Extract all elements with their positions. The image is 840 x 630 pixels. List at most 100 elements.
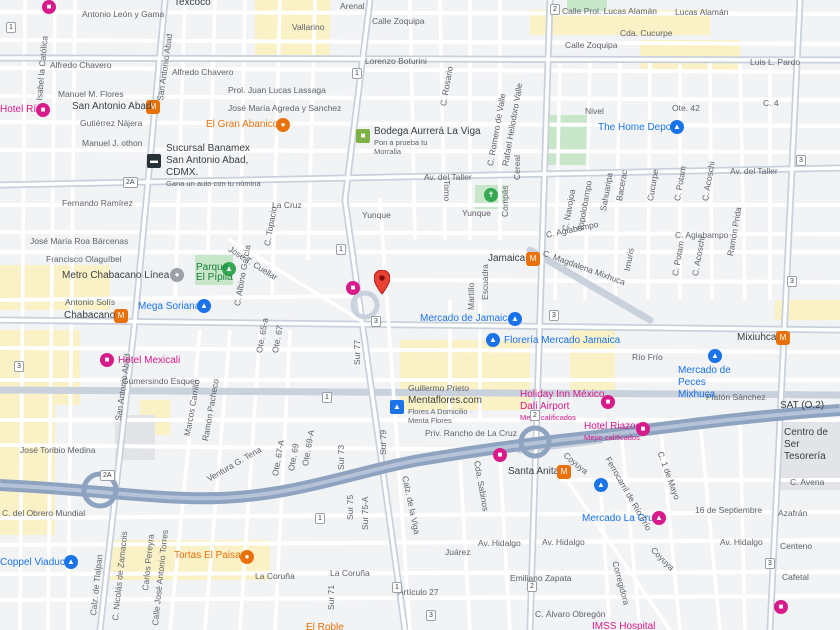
place-mercado-jamaica[interactable]: Mercado de Jamaica	[420, 313, 513, 325]
place-sat[interactable]: SAT (O.2)	[780, 400, 824, 412]
location-pin-icon	[373, 269, 391, 295]
place-metro-chabacano-l8[interactable]: Metro Chabacano Línea 8	[62, 270, 178, 282]
street-label: Arenal	[340, 1, 365, 11]
store-icon[interactable]: ■	[356, 129, 370, 143]
place-mega-soriana[interactable]: Mega Soriana	[138, 301, 200, 313]
street-label: Av. Hidalgo	[720, 537, 763, 547]
hotel-icon[interactable]: ■	[636, 422, 650, 436]
place-san-antonio-abad[interactable]: San Antonio Abad	[72, 101, 152, 113]
street-label: Av. Hidalgo	[478, 538, 521, 548]
place-hotel-mexicali[interactable]: Hotel Mexicali	[118, 355, 180, 367]
street-label: La Coruña	[255, 571, 295, 581]
shop-icon[interactable]: ▲	[708, 349, 722, 363]
store-icon[interactable]: ▲	[652, 511, 666, 525]
street-label: Prol. Juan Lucas Lassaga	[228, 85, 326, 95]
place-chabacano[interactable]: Chabacano	[64, 310, 115, 322]
place-oppel-viaducto[interactable]: Coppel Viaducto	[0, 557, 73, 569]
street-label: Alfredo Chavero	[50, 60, 112, 70]
hotel-icon[interactable]: ■	[42, 0, 56, 14]
shop-icon[interactable]: ▲	[594, 478, 608, 492]
street-label: Torno	[442, 180, 452, 202]
route-shield: 1	[352, 68, 362, 79]
restaurant-icon[interactable]: ●	[276, 118, 290, 132]
street-label: Cafetal	[782, 572, 809, 582]
church-icon[interactable]: ✝	[484, 188, 498, 202]
shop-icon[interactable]: ▲	[197, 299, 211, 313]
street-label: Yunque	[362, 210, 391, 220]
street-label: Cda. Cucurpe	[620, 28, 673, 38]
street-label: Nivel	[585, 106, 604, 116]
route-shield: 2A	[100, 470, 115, 481]
street-label: Centeno	[780, 541, 813, 551]
place-centro-servicio[interactable]: Centro de Ser Tesorería	[784, 427, 840, 463]
street-label: Guillermo Prieto	[408, 383, 469, 393]
metro-icon[interactable]: M	[526, 252, 540, 266]
route-shield: 2A	[123, 177, 138, 188]
street-label: Vallarino	[292, 22, 325, 32]
selected-location-pin-icon[interactable]	[373, 269, 391, 299]
street-label: Luis L. Pardo	[750, 57, 801, 67]
place-sucursal-banamex[interactable]: Sucursal Banamex San Antonio Abad, CDMX.…	[166, 143, 266, 188]
place-santa-anita[interactable]: Santa Anita	[508, 466, 559, 478]
street-label: Gumersindo Esquer	[122, 376, 198, 386]
place-bodega-aurrera[interactable]: Bodega Aurrerá La Viga Pon a prueba tu M…	[374, 126, 481, 156]
metro-icon[interactable]: M	[776, 331, 790, 345]
street-label: Juárez	[445, 547, 471, 557]
street-label: Calle Prol. Lucas Alamán	[562, 6, 657, 16]
place-mercado-la-cruz[interactable]: Mercado La Cruz	[582, 513, 659, 525]
restaurant-icon[interactable]: ●	[240, 550, 254, 564]
hotel-icon[interactable]: ■	[100, 353, 114, 367]
place-tortas-el-paisa[interactable]: Tortas El Paisa	[174, 550, 241, 562]
map-canvas[interactable]: Antonio León y Gama Vallarino Arenal Cal…	[0, 0, 840, 630]
hotel-icon[interactable]: ■	[601, 395, 615, 409]
place-el-roble[interactable]: El Roble	[306, 622, 344, 630]
place-the-home-depot[interactable]: The Home Depot	[598, 122, 674, 134]
place-mercado-peces[interactable]: Mercado de Peces Mixhuca	[678, 365, 736, 401]
street-label: La Coruña	[330, 568, 370, 578]
place-mixiuhca[interactable]: Mixiuhca	[737, 332, 776, 344]
street-label: Sur 75-A	[360, 496, 370, 530]
street-label: Av. del Taller	[730, 166, 778, 176]
street-label: Lucas Alamán	[675, 7, 729, 17]
metro-icon[interactable]: ●	[170, 268, 184, 282]
place-imss-hospital[interactable]: IMSS Hospital	[592, 621, 655, 630]
shop-icon[interactable]: ▲	[64, 555, 78, 569]
street-label: Calle Zoquipa	[372, 16, 425, 26]
shop-icon[interactable]: ▲	[508, 312, 522, 326]
street-label: Azafrán	[778, 508, 808, 518]
route-shield: 1	[392, 582, 402, 593]
street-label: Antonio Solís	[65, 297, 116, 307]
metro-icon[interactable]: M	[557, 465, 571, 479]
route-shield: 3	[14, 361, 24, 372]
shop-icon[interactable]: ▲	[486, 333, 500, 347]
route-shield: 1	[315, 513, 325, 524]
place-floreria-mercado-jamaica[interactable]: Florería Mercado Jamaica	[504, 335, 620, 347]
place-mentaflores[interactable]: Mentaflores.com Flores A Domicilio · Men…	[408, 395, 482, 425]
route-shield: 2	[550, 4, 560, 15]
street-label: Sur 79	[378, 429, 388, 455]
street-label: Av. Hidalgo	[542, 537, 585, 547]
place-parque-el-pipila[interactable]: Parque El Pípila	[196, 263, 234, 283]
hotel-icon[interactable]: ■	[493, 448, 507, 462]
street-label: Francisco Olaguíbel	[46, 254, 122, 264]
place-el-gran-abanico[interactable]: El Gran Abanico	[206, 119, 278, 131]
street-label: Sur 73	[336, 444, 346, 470]
street-label: Ote. 42	[672, 103, 700, 113]
bank-icon[interactable]: ▬	[147, 154, 161, 168]
route-shield: 2	[527, 581, 537, 592]
street-label: Sur 77	[352, 339, 362, 365]
place-hotel-rio[interactable]: Hotel Río	[0, 104, 42, 116]
route-shield: 3	[787, 276, 797, 287]
shop-icon[interactable]: ▲	[670, 120, 684, 134]
place-hotel-riazor[interactable]: Hotel Riazor Mejor calificados	[584, 421, 640, 442]
place-texcoco[interactable]: Texcoco	[174, 0, 211, 9]
hotel-icon[interactable]: ■	[346, 281, 360, 295]
route-shield: 3	[549, 310, 559, 321]
street-label: Yunque	[462, 208, 491, 218]
place-jamaica[interactable]: Jamaica	[488, 253, 525, 265]
street-label: Sur 71	[326, 584, 336, 610]
street-label: Escuadra	[480, 264, 490, 300]
shop-icon[interactable]: ▲	[390, 400, 404, 414]
metro-icon[interactable]: M	[114, 309, 128, 323]
hotel-icon[interactable]: ■	[774, 600, 788, 614]
